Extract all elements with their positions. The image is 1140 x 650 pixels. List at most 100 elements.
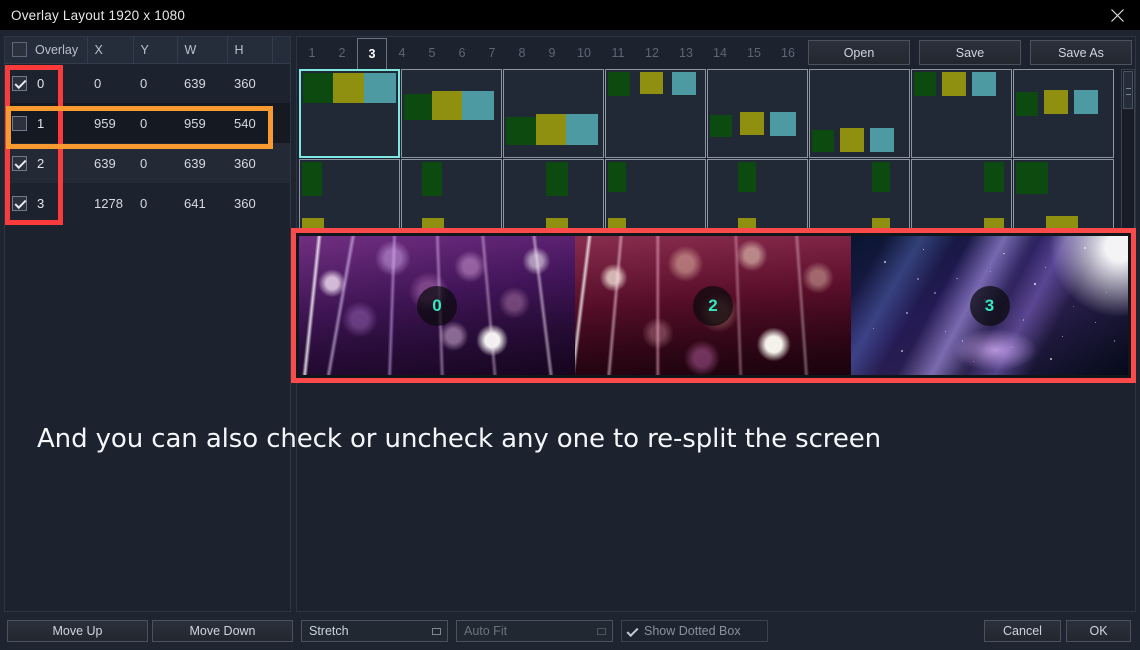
thumbnail-block <box>840 128 864 152</box>
layout-thumbnail-2[interactable] <box>503 69 604 158</box>
tab-1[interactable]: 1 <box>297 38 327 68</box>
layout-thumbnail-12[interactable] <box>707 159 808 229</box>
table-row[interactable]: 3 1278 0 641 360 <box>5 183 290 223</box>
cell-y: 0 <box>133 103 177 143</box>
tab-15[interactable]: 15 <box>737 38 771 68</box>
tab-3[interactable]: 3 <box>357 38 387 69</box>
tab-11[interactable]: 11 <box>601 38 635 68</box>
thumbnail-block <box>422 162 442 196</box>
layout-thumbnail-9[interactable] <box>401 159 502 229</box>
select-all-checkbox[interactable] <box>12 42 27 58</box>
thumbnail-block <box>672 72 696 95</box>
show-dotted-box-label: Show Dotted Box <box>644 624 741 638</box>
row-checkbox-1[interactable] <box>12 115 27 131</box>
preview-panel-2[interactable]: 2 <box>575 236 851 375</box>
column-header-h: H <box>227 37 273 64</box>
thumbnail-block <box>640 72 663 94</box>
overlay-layout-dialog: Overlay Layout 1920 x 1080 Overlay X Y W… <box>0 0 1140 650</box>
window-title: Overlay Layout 1920 x 1080 <box>11 7 186 23</box>
cell-overlay: 0 <box>5 63 87 103</box>
row-checkbox-0[interactable] <box>12 75 27 91</box>
thumbnail-block <box>740 112 764 135</box>
thumbnail-block <box>404 94 432 120</box>
cell-x: 0 <box>94 75 102 91</box>
star <box>934 291 937 294</box>
tab-13[interactable]: 13 <box>669 38 703 68</box>
tab-9[interactable]: 9 <box>537 38 567 68</box>
save-as-button[interactable]: Save As <box>1030 40 1132 65</box>
thumbnail-block <box>546 162 568 196</box>
stretch-mode-select[interactable]: Stretch <box>301 620 448 642</box>
open-button[interactable]: Open <box>808 40 910 65</box>
show-dotted-box-checkbox[interactable]: Show Dotted Box <box>621 620 768 642</box>
preview-panel-3[interactable]: 3 <box>851 236 1128 375</box>
preview-panel-0[interactable]: 0 <box>299 236 575 375</box>
star <box>961 340 964 342</box>
thumbnail-block <box>914 72 936 96</box>
layout-thumbnail-14[interactable] <box>911 159 1012 229</box>
check-icon <box>627 626 638 637</box>
tab-10[interactable]: 10 <box>567 38 601 68</box>
close-icon[interactable] <box>1094 0 1140 30</box>
row-checkbox-2[interactable] <box>12 155 27 171</box>
table-row[interactable]: 0 0 0 639 360 <box>5 63 290 103</box>
star <box>1044 266 1047 268</box>
cell-w: 959 <box>177 103 227 143</box>
layout-thumbnail-8[interactable] <box>299 159 400 229</box>
cell-w: 639 <box>177 143 227 183</box>
layout-thumbnail-0[interactable] <box>299 69 400 158</box>
tab-6[interactable]: 6 <box>447 38 477 68</box>
autofit-mode-select[interactable]: Auto Fit <box>456 620 613 642</box>
star <box>1033 283 1036 286</box>
layout-thumbnail-10[interactable] <box>503 159 604 229</box>
tab-2[interactable]: 2 <box>327 38 357 68</box>
table-row[interactable]: 2 639 0 639 360 <box>5 143 290 183</box>
column-header-w: W <box>177 37 228 64</box>
row-checkbox-3[interactable] <box>12 195 27 211</box>
thumbnail-block <box>432 91 462 120</box>
column-header-overlay: Overlay <box>5 37 88 64</box>
star <box>884 261 887 264</box>
ok-button[interactable]: OK <box>1066 620 1131 642</box>
layout-thumbnail-5[interactable] <box>809 69 910 158</box>
cancel-button[interactable]: Cancel <box>984 620 1061 642</box>
thumbnail-block <box>608 72 630 96</box>
thumbnail-block <box>738 162 756 192</box>
layout-thumbnail-13[interactable] <box>809 159 910 229</box>
star <box>1072 305 1074 307</box>
save-button[interactable]: Save <box>919 40 1021 65</box>
tab-4[interactable]: 4 <box>387 38 417 68</box>
thumbnail-block <box>1016 162 1048 194</box>
layout-thumbnail-6[interactable] <box>911 69 1012 158</box>
cell-x: 639 <box>87 143 133 183</box>
thumbnail-block <box>984 162 1004 192</box>
layout-page-tabs: 1 2 3 4 5 6 7 8 9 10 11 12 13 14 15 16 Open Save Save A… <box>297 38 1135 69</box>
thumbnail-block <box>536 114 566 145</box>
move-down-button[interactable]: Move Down <box>152 620 293 642</box>
tab-16[interactable]: 16 <box>771 38 805 68</box>
layout-thumbnail-11[interactable] <box>605 159 706 229</box>
row-index-0: 0 <box>37 75 45 91</box>
move-up-button[interactable]: Move Up <box>7 620 148 642</box>
cell-spacer <box>272 183 290 223</box>
scrollbar-thumb[interactable] <box>1123 71 1133 109</box>
tab-12[interactable]: 12 <box>635 38 669 68</box>
thumbnail-block <box>812 130 834 152</box>
tab-8[interactable]: 8 <box>507 38 537 68</box>
layout-thumbnail-1[interactable] <box>401 69 502 158</box>
layout-thumbnail-7[interactable] <box>1013 69 1114 158</box>
thumbnail-block <box>872 162 890 192</box>
thumbnail-scrollbar[interactable] <box>1121 69 1135 229</box>
tab-14[interactable]: 14 <box>703 38 737 68</box>
layout-thumbnail-4[interactable] <box>707 69 808 158</box>
layout-thumbnail-3[interactable] <box>605 69 706 158</box>
tab-5[interactable]: 5 <box>417 38 447 68</box>
file-buttons: Open Save Save As <box>808 40 1132 65</box>
table-row[interactable]: 1 959 0 959 540 <box>5 103 290 143</box>
thumbnail-block <box>972 72 996 96</box>
tab-7[interactable]: 7 <box>477 38 507 68</box>
layout-thumbnail-grid <box>299 69 1119 229</box>
cell-x: 959 <box>87 103 133 143</box>
instruction-caption: And you can also check or uncheck any on… <box>37 424 881 454</box>
layout-thumbnail-15[interactable] <box>1013 159 1114 229</box>
